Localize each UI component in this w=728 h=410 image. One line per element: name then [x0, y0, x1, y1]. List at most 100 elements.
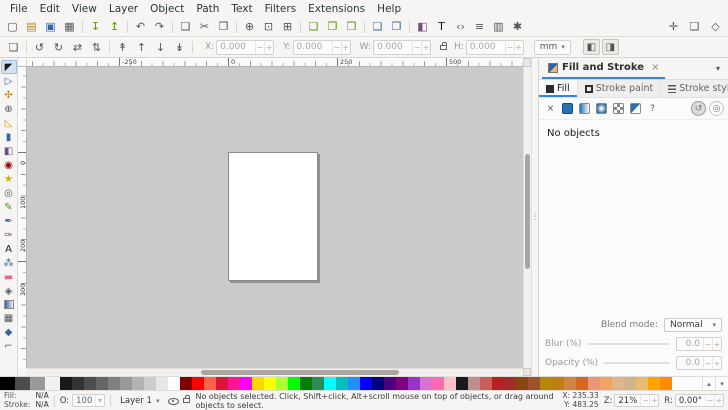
- palette-swatch[interactable]: [216, 377, 228, 390]
- x-increment-button[interactable]: +: [264, 41, 273, 54]
- eraser-tool[interactable]: ▬: [1, 270, 17, 284]
- snap-bbox-icon[interactable]: ❑: [685, 18, 704, 36]
- palette-swatch[interactable]: [384, 377, 396, 390]
- palette-swatch[interactable]: [312, 377, 324, 390]
- palette-swatch[interactable]: [168, 377, 180, 390]
- zoom-selection-icon[interactable]: ⊕: [240, 18, 259, 36]
- unknown-paint-button[interactable]: ?: [645, 102, 660, 115]
- vertical-ruler[interactable]: 0100200300: [18, 67, 27, 368]
- layer-selector[interactable]: Layer 1 ▾: [116, 395, 163, 407]
- opacity-slider[interactable]: [604, 362, 670, 364]
- palette-scroll-down-icon[interactable]: ▾: [715, 377, 728, 390]
- tweak-tool[interactable]: ✣: [1, 88, 17, 102]
- opacity-increment-button[interactable]: +: [712, 357, 721, 369]
- zoom-page-icon[interactable]: ⊞: [278, 18, 297, 36]
- flip-vertical-icon[interactable]: ⇅: [87, 38, 106, 56]
- spiral-tool[interactable]: ◎: [1, 186, 17, 200]
- ellipse-tool[interactable]: ◉: [1, 158, 17, 172]
- snap-toggle-icon[interactable]: ✛: [664, 18, 683, 36]
- palette-swatch[interactable]: [15, 377, 30, 390]
- menu-item[interactable]: Help: [371, 2, 407, 16]
- menu-item[interactable]: File: [4, 2, 34, 16]
- zoom-input[interactable]: 21% − +: [614, 394, 659, 407]
- canvas-viewport[interactable]: [27, 67, 523, 368]
- rotate-cw-icon[interactable]: ↻: [49, 38, 68, 56]
- connector-tool[interactable]: ⌐: [1, 339, 17, 353]
- blend-mode-dropdown[interactable]: Normal ▾: [664, 318, 722, 332]
- rotate-ccw-icon[interactable]: ↺: [30, 38, 49, 56]
- new-document-icon[interactable]: ▢: [3, 18, 22, 36]
- palette-swatch[interactable]: [0, 377, 15, 390]
- print-icon[interactable]: ▦: [60, 18, 79, 36]
- palette-swatch[interactable]: [492, 377, 504, 390]
- pen-tool[interactable]: ✒: [1, 214, 17, 228]
- palette-swatch[interactable]: [408, 377, 420, 390]
- no-paint-button[interactable]: ×: [543, 102, 558, 115]
- star-tool[interactable]: ★: [1, 172, 17, 186]
- palette-swatch[interactable]: [444, 377, 456, 390]
- palette-swatch[interactable]: [72, 377, 84, 390]
- align-dialog-icon[interactable]: ≡: [470, 18, 489, 36]
- palette-swatch[interactable]: [504, 377, 516, 390]
- selector-tool[interactable]: ◤: [1, 60, 17, 74]
- palette-swatch[interactable]: [420, 377, 432, 390]
- horizontal-scrollbar-thumb[interactable]: [201, 370, 399, 375]
- palette-swatch[interactable]: [204, 377, 216, 390]
- palette-swatch[interactable]: [96, 377, 108, 390]
- paste-icon[interactable]: ❐: [214, 18, 233, 36]
- palette-swatch[interactable]: [324, 377, 336, 390]
- menu-item[interactable]: Object: [144, 2, 190, 16]
- menu-item[interactable]: Edit: [34, 2, 66, 16]
- palette-swatch[interactable]: [180, 377, 192, 390]
- rotation-increment-button[interactable]: +: [714, 395, 723, 406]
- close-dialog-icon[interactable]: ×: [651, 62, 659, 73]
- dock-menu-chevron-icon[interactable]: ▾: [711, 64, 725, 73]
- document-properties-icon[interactable]: ▥: [489, 18, 508, 36]
- palette-swatch[interactable]: [600, 377, 612, 390]
- palette-swatch[interactable]: [45, 377, 60, 390]
- text-dialog-icon[interactable]: T: [432, 18, 451, 36]
- palette-swatch[interactable]: [108, 377, 120, 390]
- layer-visibility-icon[interactable]: [168, 397, 178, 405]
- palette-swatch[interactable]: [156, 377, 168, 390]
- cms-toggle-button[interactable]: [523, 368, 531, 376]
- node-tool[interactable]: ▷: [1, 74, 17, 88]
- palette-swatch[interactable]: [60, 377, 72, 390]
- radial-gradient-button[interactable]: [596, 103, 607, 114]
- y-input[interactable]: 0.000 − +: [293, 40, 351, 55]
- select-all-icon[interactable]: ❏: [4, 38, 23, 56]
- flat-color-button[interactable]: [562, 103, 573, 114]
- blur-decrement-button[interactable]: −: [703, 338, 712, 350]
- palette-swatch[interactable]: [276, 377, 288, 390]
- blur-input[interactable]: 0.0 − +: [676, 337, 722, 351]
- blur-increment-button[interactable]: +: [712, 338, 721, 350]
- zoom-decrement-button[interactable]: −: [640, 395, 649, 406]
- cut-icon[interactable]: ✂: [195, 18, 214, 36]
- ungroup-icon[interactable]: ❒: [387, 18, 406, 36]
- dropper-tool[interactable]: ◆: [1, 325, 17, 339]
- palette-swatch[interactable]: [540, 377, 552, 390]
- height-input[interactable]: 0.000 − +: [466, 40, 524, 55]
- y-decrement-button[interactable]: −: [332, 41, 341, 54]
- object-opacity-input[interactable]: 100 ▾: [72, 394, 105, 407]
- import-icon[interactable]: ↧: [86, 18, 105, 36]
- horizontal-ruler[interactable]: -2500250500: [27, 58, 523, 67]
- height-increment-button[interactable]: +: [514, 41, 523, 54]
- palette-swatch[interactable]: [468, 377, 480, 390]
- palette-swatch[interactable]: [528, 377, 540, 390]
- palette-swatch[interactable]: [480, 377, 492, 390]
- rectangle-tool[interactable]: ▮: [1, 130, 17, 144]
- duplicate-icon[interactable]: ❏: [304, 18, 323, 36]
- vertical-scrollbar[interactable]: [523, 67, 531, 368]
- tab-stroke-paint[interactable]: Stroke paint: [578, 80, 662, 97]
- raise-icon[interactable]: ↑: [132, 38, 151, 56]
- tab-fill[interactable]: Fill: [539, 80, 578, 97]
- palette-swatch[interactable]: [660, 377, 672, 390]
- menu-item[interactable]: View: [66, 2, 103, 16]
- palette-swatch[interactable]: [612, 377, 624, 390]
- lock-width-height-toggle[interactable]: [437, 40, 451, 55]
- pattern-button[interactable]: [613, 103, 624, 114]
- palette-swatch[interactable]: [552, 377, 564, 390]
- palette-swatch[interactable]: [144, 377, 156, 390]
- tab-stroke-style[interactable]: Stroke style: [661, 80, 728, 97]
